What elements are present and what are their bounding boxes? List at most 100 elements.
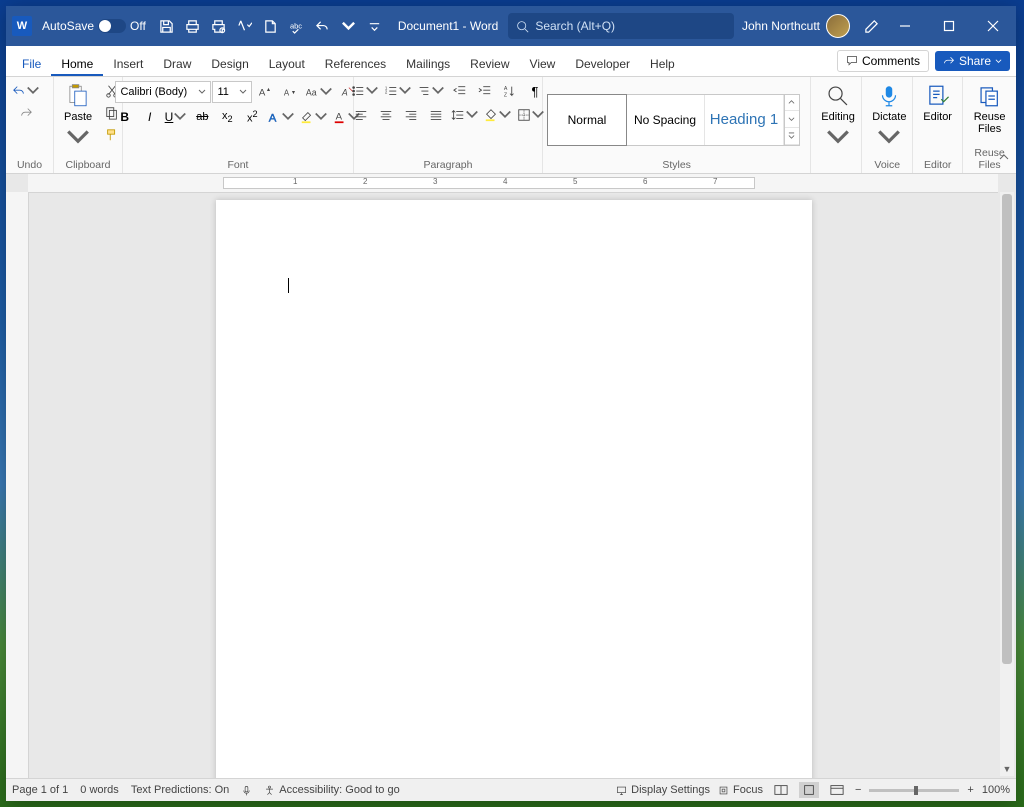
scroll-thumb[interactable]: [1002, 194, 1012, 664]
horizontal-ruler[interactable]: 1 2 3 4 5 6 7: [28, 174, 998, 193]
redo-button[interactable]: [14, 103, 38, 123]
zoom-out-button[interactable]: −: [855, 784, 861, 796]
numbering-button[interactable]: 12: [382, 81, 414, 101]
scroll-down-button[interactable]: ▼: [1000, 762, 1014, 776]
status-text-predictions[interactable]: Text Predictions: On: [131, 784, 229, 796]
grow-font-button[interactable]: A▲: [253, 82, 277, 102]
style-no-spacing[interactable]: No Spacing: [626, 95, 705, 145]
style-normal[interactable]: Normal: [547, 94, 627, 146]
status-dictation[interactable]: [241, 785, 252, 796]
quick-print-button[interactable]: [182, 15, 204, 37]
spelling2-button[interactable]: abc: [286, 15, 308, 37]
vertical-scrollbar[interactable]: ▲ ▼: [1000, 192, 1014, 776]
document-area: 1 2 3 4 5 6 7 ▲ ▼: [6, 174, 1016, 778]
align-left-button[interactable]: [349, 105, 373, 125]
editor-button[interactable]: Editor: [917, 81, 958, 125]
bullets-button[interactable]: [349, 81, 381, 101]
align-right-button[interactable]: [399, 105, 423, 125]
autosave-state: Off: [130, 19, 146, 33]
line-spacing-button[interactable]: [449, 105, 481, 125]
justify-button[interactable]: [424, 105, 448, 125]
styles-up-button[interactable]: [785, 95, 799, 112]
customize-qat-button[interactable]: [364, 15, 386, 37]
styles-down-button[interactable]: [785, 111, 799, 128]
tab-layout[interactable]: Layout: [259, 51, 315, 76]
text-effects-button[interactable]: A: [265, 107, 297, 127]
tab-file[interactable]: File: [12, 51, 51, 76]
svg-text:A: A: [259, 88, 266, 99]
tab-mailings[interactable]: Mailings: [396, 51, 460, 76]
status-accessibility[interactable]: Accessibility: Good to go: [264, 784, 399, 796]
subscript-button[interactable]: x2: [215, 107, 239, 127]
user-account[interactable]: John Northcutt: [734, 14, 858, 38]
close-button[interactable]: [972, 6, 1014, 46]
svg-text:A: A: [504, 86, 508, 92]
ribbon-tabs: File Home Insert Draw Design Layout Refe…: [6, 46, 1016, 77]
shading-button[interactable]: [482, 105, 514, 125]
undo-button[interactable]: [312, 15, 334, 37]
tab-home[interactable]: Home: [51, 51, 103, 76]
drawing-mode-button[interactable]: [860, 15, 882, 37]
superscript-button[interactable]: x2: [240, 107, 264, 127]
strikethrough-button[interactable]: ab: [190, 107, 214, 127]
sort-button[interactable]: AZ: [498, 81, 522, 101]
group-editor-label: Editor: [917, 158, 958, 173]
tab-design[interactable]: Design: [201, 51, 258, 76]
tab-help[interactable]: Help: [640, 51, 685, 76]
editing-button[interactable]: Editing: [815, 81, 861, 153]
tab-draw[interactable]: Draw: [153, 51, 201, 76]
decrease-indent-button[interactable]: [448, 81, 472, 101]
tab-review[interactable]: Review: [460, 51, 519, 76]
undo-dropdown[interactable]: [338, 15, 360, 37]
save-button[interactable]: [156, 15, 178, 37]
status-display-settings[interactable]: Display Settings: [616, 784, 710, 796]
share-button[interactable]: Share: [935, 51, 1010, 71]
status-page[interactable]: Page 1 of 1: [12, 784, 68, 796]
svg-text:A: A: [341, 88, 348, 98]
tab-view[interactable]: View: [520, 51, 566, 76]
collapse-ribbon-button[interactable]: [998, 152, 1010, 167]
styles-more-button[interactable]: [785, 128, 799, 145]
document-page[interactable]: [216, 200, 812, 778]
status-focus[interactable]: Focus: [718, 784, 763, 796]
zoom-in-button[interactable]: +: [967, 784, 973, 796]
spelling-button[interactable]: [234, 15, 256, 37]
vertical-ruler[interactable]: [6, 192, 29, 778]
comments-button[interactable]: Comments: [837, 50, 929, 72]
document-title: Document1 - Word: [398, 19, 498, 33]
tab-insert[interactable]: Insert: [103, 51, 153, 76]
dictate-button[interactable]: Dictate: [866, 81, 912, 153]
search-placeholder: Search (Alt+Q): [535, 19, 615, 33]
underline-button[interactable]: U: [163, 107, 190, 127]
view-print-layout-button[interactable]: [799, 782, 819, 798]
tab-developer[interactable]: Developer: [565, 51, 640, 76]
multilevel-list-button[interactable]: [415, 81, 447, 101]
change-case-button[interactable]: Aa: [303, 82, 335, 102]
tab-references[interactable]: References: [315, 51, 396, 76]
highlight-button[interactable]: [298, 107, 330, 127]
zoom-level[interactable]: 100%: [982, 784, 1010, 796]
undo-ribbon-button[interactable]: [10, 81, 42, 101]
minimize-button[interactable]: [884, 6, 926, 46]
font-name-select[interactable]: Calibri (Body): [115, 81, 211, 103]
align-center-button[interactable]: [374, 105, 398, 125]
search-box[interactable]: Search (Alt+Q): [508, 13, 734, 39]
shrink-font-button[interactable]: A▼: [278, 82, 302, 102]
read-aloud-button[interactable]: [260, 15, 282, 37]
style-heading-1[interactable]: Heading 1: [705, 95, 784, 145]
word-icon: W: [12, 16, 32, 36]
format-painter-button[interactable]: [100, 125, 124, 145]
paste-button[interactable]: Paste: [58, 81, 98, 153]
zoom-slider[interactable]: [869, 789, 959, 792]
bold-button[interactable]: B: [113, 107, 137, 127]
italic-button[interactable]: I: [138, 107, 162, 127]
increase-indent-button[interactable]: [473, 81, 497, 101]
maximize-button[interactable]: [928, 6, 970, 46]
autosave-toggle[interactable]: AutoSave Off: [42, 19, 146, 33]
print-preview-button[interactable]: [208, 15, 230, 37]
view-web-layout-button[interactable]: [827, 782, 847, 798]
font-size-select[interactable]: 11: [212, 81, 252, 103]
status-words[interactable]: 0 words: [80, 784, 119, 796]
reuse-files-button[interactable]: Reuse Files: [967, 81, 1012, 137]
view-read-mode-button[interactable]: [771, 782, 791, 798]
